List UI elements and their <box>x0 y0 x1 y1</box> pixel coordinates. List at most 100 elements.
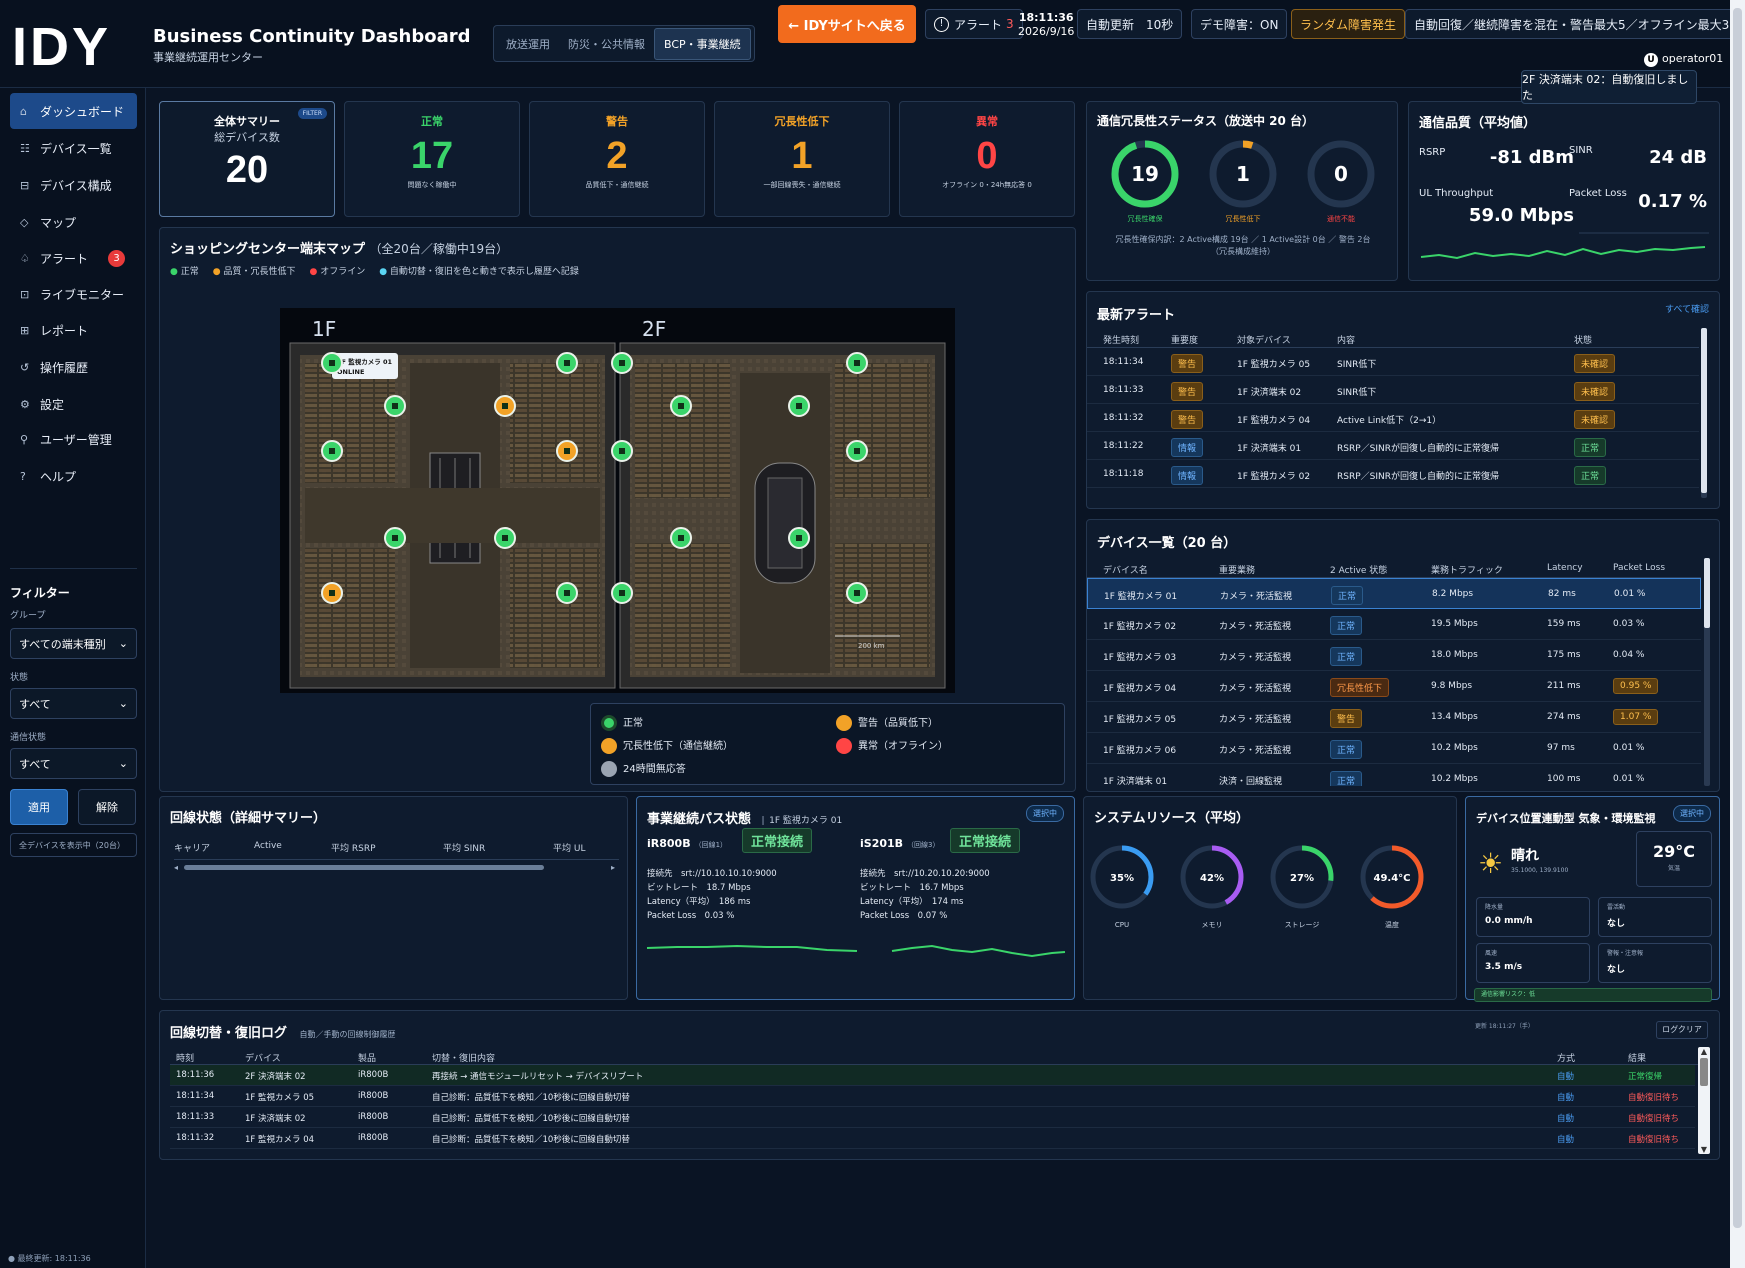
alerts-see-all-link[interactable]: すべて確認 <box>1665 302 1709 315</box>
bcp-path[interactable]: iS201B （回線3） 正常接続 接続先 srt://10.20.10.20:900… <box>860 828 1065 921</box>
log-row[interactable]: 18:11:36 2F 決済端末 02 iR800B 再接続 → 通信モジュールリセッ… <box>170 1065 1695 1086</box>
alert-cell: 18:11:33 <box>1103 385 1144 395</box>
device-row[interactable]: 1F 監視カメラ 04 カメラ・死活監視 冗長性低下 9.8 Mbps 211 ms 0.… <box>1087 671 1701 702</box>
auto-refresh-chip[interactable]: 自動更新 10秒 <box>1077 9 1183 39</box>
page-scrollbar[interactable] <box>1730 0 1745 1268</box>
sidebar-item-label: レポート <box>40 323 89 338</box>
scroll-left-icon[interactable]: ◂ <box>174 863 178 872</box>
kpi-error[interactable]: 異常 0 オフライン 0・24h無応答 0 <box>899 101 1075 217</box>
log-col: 方式 <box>1557 1054 1576 1064</box>
camera-icon <box>502 403 508 409</box>
alert-row[interactable]: 18:11:22 情報 1F 決済端末 01 RSRP／SINRが回復し自動的に正常復… <box>1087 432 1699 460</box>
log-row[interactable]: 18:11:33 1F 決済端末 02 iR800B 自己診断：品質低下を検知／10秒… <box>170 1107 1695 1128</box>
camera-icon <box>392 535 398 541</box>
alert-chip[interactable]: ! アラート 3 <box>925 9 1023 39</box>
comm-select[interactable]: すべて ⌄ <box>10 748 137 779</box>
legend-top-auto-label: 自動切替・復旧を色と動きで表示し履歴へ記録 <box>389 267 579 277</box>
bcp-title-row: 事業継続パス状態 | 1F 監視カメラ 01 <box>647 812 843 827</box>
sidebar-item-7[interactable]: ↺ 操作履歴 <box>10 349 137 385</box>
page-scroll-thumb[interactable] <box>1733 8 1742 1228</box>
alert-cell: 1F 決済端末 01 <box>1237 444 1302 454</box>
log-cell: 18:11:36 <box>176 1070 215 1080</box>
camera-icon <box>392 403 398 409</box>
rsrp-label: RSRP <box>1419 147 1446 158</box>
alert-row[interactable]: 18:11:34 警告 1F 監視カメラ 05 SINR低下 未確認 <box>1087 348 1699 376</box>
devices-table: デバイス名 重要業務 2 Active 状態 業務トラフィック Latency Packe… <box>1087 558 1701 786</box>
sidebar-item-6[interactable]: ⊞ レポート <box>10 312 137 348</box>
scroll-right-icon[interactable]: ▸ <box>611 863 615 872</box>
device-row[interactable]: 1F 監視カメラ 05 カメラ・死活監視 警告 13.4 Mbps 274 ms 1.07… <box>1087 702 1701 733</box>
back-to-site-button[interactable]: ← IDYサイトへ戻る <box>778 5 916 43</box>
alert-cell: 18:11:18 <box>1103 469 1144 479</box>
sidebar-item-4[interactable]: ♤ アラート 3 <box>10 240 137 276</box>
gauge-value: 42% <box>1200 873 1224 884</box>
user-menu[interactable]: Uoperator01 <box>1644 52 1723 67</box>
sidebar-item-3[interactable]: ◇ マップ <box>10 204 137 240</box>
ring-value: 1 <box>1236 162 1250 186</box>
scroll-up-icon[interactable]: ▲ <box>1698 1047 1710 1056</box>
log-row[interactable]: 18:11:32 1F 監視カメラ 04 iR800B 自己診断：品質低下を検知／10… <box>170 1128 1695 1149</box>
legend-top-warn: ● 品質・冗長性低下 <box>212 267 296 277</box>
group-select[interactable]: すべての端末種別 ⌄ <box>10 628 137 659</box>
alert-cell: 未確認 <box>1574 382 1616 401</box>
demo-fault-chip[interactable]: デモ障害：ON <box>1191 9 1288 39</box>
log-clear-button[interactable]: ログクリア <box>1656 1021 1708 1039</box>
device-row[interactable]: 1F 監視カメラ 02 カメラ・死活監視 正常 19.5 Mbps 159 ms 0.03… <box>1087 609 1701 640</box>
scroll-down-icon[interactable]: ▼ <box>1698 1145 1710 1154</box>
sidebar: ⌂ ダッシュボード ☷ デバイス一覧 ⊟ デバイス構成 ◇ マップ ♤ アラート 3 ⊡ ライブモニター… <box>0 88 146 1268</box>
alerts-scrollbar[interactable] <box>1701 328 1707 498</box>
device-row[interactable]: 1F 監視カメラ 06 カメラ・死活監視 正常 10.2 Mbps 97 ms 0.01 … <box>1087 733 1701 764</box>
mode-bcp[interactable]: BCP・事業継続 <box>654 27 751 60</box>
kpi-normal[interactable]: 正常 17 問題なく稼働中 <box>344 101 520 217</box>
alert-row[interactable]: 18:11:18 情報 1F 監視カメラ 02 RSRP／SINRが回復し自動的に正常… <box>1087 460 1699 488</box>
log-cell: 1F 決済端末 02 <box>245 1114 306 1124</box>
device-cell: 正常 <box>1330 771 1363 786</box>
sidebar-item-label: ダッシュボード <box>40 104 125 119</box>
sidebar-item-8[interactable]: ⚙ 設定 <box>10 386 137 422</box>
bcp-path-latency: Latency（平均） 174 ms <box>860 897 964 907</box>
sidebar-item-0[interactable]: ⌂ ダッシュボード <box>10 93 137 129</box>
log-cell: 2F 決済端末 02 <box>245 1072 306 1082</box>
line-state-hscrollbar[interactable] <box>184 865 544 870</box>
device-row[interactable]: 1F 監視カメラ 01 カメラ・死活監視 正常 8.2 Mbps 82 ms 0.01 % <box>1087 578 1701 609</box>
device-row[interactable]: 1F 監視カメラ 03 カメラ・死活監視 正常 18.0 Mbps 175 ms 0.04… <box>1087 640 1701 671</box>
status-select-value: すべて <box>19 697 51 711</box>
sidebar-item-9[interactable]: ⚲ ユーザー管理 <box>10 421 137 457</box>
device-cell: 18.0 Mbps <box>1431 650 1478 660</box>
sidebar-item-2[interactable]: ⊟ デバイス構成 <box>10 167 137 203</box>
auto-recover-chip[interactable]: 自動回復／継続障害を混在・警告最大5／オフライン最大3 <box>1405 9 1739 39</box>
mode-disaster[interactable]: 防災・公共情報 <box>559 29 654 59</box>
weather-condition: 晴れ <box>1511 848 1539 864</box>
devices-scrollbar[interactable] <box>1704 558 1710 786</box>
bcp-path-bitrate: ビットレート 16.7 Mbps <box>860 883 964 893</box>
weather-panel: デバイス位置連動型 気象・環境監視 選択中 ☀ 晴れ 35.1000, 139.… <box>1465 796 1720 1002</box>
sidebar-item-10[interactable]: ? ヘルプ <box>10 458 137 494</box>
random-fault-button[interactable]: ランダム障害発生 <box>1291 9 1406 39</box>
chevron-down-icon: ⌄ <box>118 757 128 770</box>
log-header: 時刻 デバイス 製品 切替・復旧内容 方式 結果 <box>170 1047 1710 1065</box>
log-scrollbar[interactable]: ▲ ▼ <box>1698 1047 1710 1154</box>
alert-row[interactable]: 18:11:33 警告 1F 決済端末 02 SINR低下 未確認 <box>1087 376 1699 404</box>
apply-button[interactable]: 適用 <box>10 789 68 825</box>
clear-button[interactable]: 解除 <box>78 789 136 825</box>
log-row[interactable]: 18:11:34 1F 監視カメラ 05 iR800B 自己診断：品質低下を検知／10… <box>170 1086 1695 1107</box>
log-cell: 1F 監視カメラ 05 <box>245 1093 315 1103</box>
kpi-degraded[interactable]: 冗長性低下 1 一部回線喪失・通信継続 <box>714 101 890 217</box>
status-select[interactable]: すべて ⌄ <box>10 688 137 719</box>
sidebar-item-5[interactable]: ⊡ ライブモニター <box>10 276 137 312</box>
log-scroll-thumb[interactable] <box>1700 1058 1708 1086</box>
mode-broadcast[interactable]: 放送運用 <box>497 29 559 59</box>
alert-row[interactable]: 18:11:32 警告 1F 監視カメラ 04 Active Link低下（2→1） 未… <box>1087 404 1699 432</box>
clock: 18:11:36 2026/9/16 <box>1018 11 1074 39</box>
redundancy-rings: 19 冗長性確保 1 冗長性低下 0 通信不能 <box>1111 140 1375 223</box>
device-row[interactable]: 1F 決済端末 01 決済・回線監視 正常 10.2 Mbps 100 ms 0.01 % <box>1087 764 1701 786</box>
alert-cell: 警告 <box>1171 382 1204 401</box>
kpi-warning[interactable]: 警告 2 品質低下・通信継続 <box>529 101 705 217</box>
sidebar-item-label: 設定 <box>40 397 65 412</box>
map-title-row: ショッピングセンター端末マップ （全20台／稼働中19台） <box>170 238 508 257</box>
sidebar-item-1[interactable]: ☷ デバイス一覧 <box>10 130 137 166</box>
kpi-summary[interactable]: FILTER 全体サマリー 総デバイス数 20 <box>159 101 335 217</box>
floor-map[interactable]: 1F 2F 1F 監視カメラ 01 ONLINE 200 km <box>280 308 955 693</box>
device-cell: カメラ・死活監視 <box>1219 715 1292 725</box>
bcp-path[interactable]: iR800B （回線1） 正常接続 接続先 srt://10.10.10.10:900… <box>647 828 852 921</box>
